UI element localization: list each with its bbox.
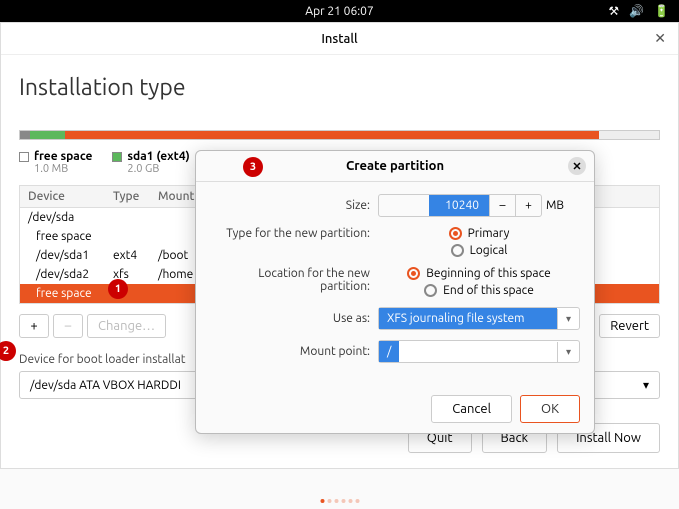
- disk-usage-bar: [19, 130, 660, 140]
- cancel-button[interactable]: Cancel: [431, 395, 512, 423]
- system-tray: ⚒ 🔊 🔋: [608, 4, 669, 18]
- radio-icon: [407, 267, 420, 280]
- change-partition-button[interactable]: Change…: [87, 314, 166, 338]
- titlebar: Install ✕: [1, 23, 678, 55]
- radio-primary[interactable]: Primary: [449, 227, 510, 240]
- network-icon[interactable]: ⚒: [608, 4, 619, 18]
- useas-select[interactable]: XFS journaling file system ▾: [378, 307, 580, 330]
- radio-icon: [449, 227, 462, 240]
- battery-icon[interactable]: 🔋: [654, 4, 669, 18]
- top-bar: Apr 21 06:07 ⚒ 🔊 🔋: [0, 0, 679, 22]
- page-title: Installation type: [19, 75, 660, 100]
- chevron-down-icon: ▾: [557, 342, 579, 362]
- chevron-down-icon: ▾: [643, 378, 649, 392]
- legend-free-name: free space: [34, 150, 92, 163]
- create-partition-dialog: Create partition ✕ Size: 10240 – + MB Ty…: [195, 150, 595, 434]
- size-unit: MB: [546, 199, 564, 212]
- window-title: Install: [321, 32, 357, 46]
- col-type[interactable]: Type: [113, 190, 158, 203]
- legend-sda1-size: 2.0 GB: [127, 163, 189, 175]
- col-device[interactable]: Device: [28, 190, 113, 203]
- clock: Apr 21 06:07: [305, 5, 373, 18]
- ok-button[interactable]: OK: [520, 395, 580, 423]
- radio-beginning[interactable]: Beginning of this space: [407, 267, 551, 280]
- legend-swatch-free: [19, 152, 29, 162]
- close-icon[interactable]: ✕: [654, 30, 666, 47]
- revert-button[interactable]: Revert: [599, 314, 660, 338]
- legend-swatch-sda1: [112, 152, 122, 162]
- size-label: Size:: [210, 199, 370, 212]
- legend-free-size: 1.0 MB: [34, 163, 92, 175]
- dialog-title: Create partition: [346, 159, 444, 173]
- type-label: Type for the new partition:: [210, 227, 370, 240]
- location-label: Location for the new partition:: [210, 267, 370, 293]
- mount-select[interactable]: / ▾: [378, 340, 580, 363]
- chevron-down-icon: ▾: [557, 309, 579, 329]
- dialog-close-icon[interactable]: ✕: [568, 157, 586, 175]
- callout-badge-3: 3: [243, 157, 263, 177]
- useas-label: Use as:: [210, 312, 370, 325]
- size-minus-button[interactable]: –: [489, 195, 515, 216]
- legend-sda1-name: sda1 (ext4): [127, 150, 189, 163]
- radio-end[interactable]: End of this space: [424, 284, 534, 297]
- radio-icon: [424, 284, 437, 297]
- mount-label: Mount point:: [210, 345, 370, 358]
- radio-icon: [451, 244, 464, 257]
- size-input[interactable]: 10240 – +: [378, 194, 542, 217]
- callout-badge-1: 1: [108, 279, 128, 299]
- page-dots: [320, 499, 359, 503]
- volume-icon[interactable]: 🔊: [629, 4, 644, 18]
- add-partition-button[interactable]: +: [19, 314, 49, 338]
- radio-logical[interactable]: Logical: [451, 244, 508, 257]
- remove-partition-button[interactable]: –: [53, 314, 83, 338]
- size-plus-button[interactable]: +: [515, 195, 541, 216]
